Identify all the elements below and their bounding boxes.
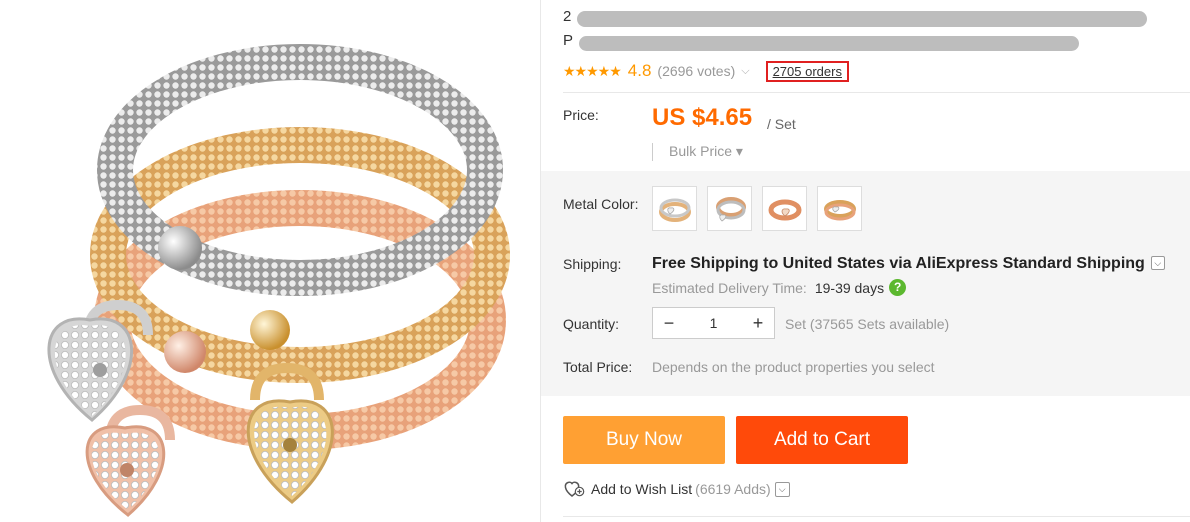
quantity-input[interactable]: 1 bbox=[685, 315, 742, 331]
quantity-available: Set (37565 Sets available) bbox=[785, 316, 950, 332]
divider bbox=[563, 516, 1190, 517]
redaction-scribble bbox=[577, 11, 1147, 27]
divider bbox=[563, 92, 1190, 93]
product-title-line-1: 2 bbox=[563, 8, 1163, 30]
delivery-label: Estimated Delivery Time: bbox=[652, 279, 807, 296]
metal-color-label: Metal Color: bbox=[563, 196, 639, 212]
buy-now-button[interactable]: Buy Now bbox=[563, 416, 725, 464]
product-title-line-2: P bbox=[563, 32, 1083, 54]
wishlist-count: (6619 Adds) bbox=[695, 481, 771, 497]
metal-color-swatches bbox=[652, 186, 862, 231]
metal-color-swatch-1[interactable] bbox=[652, 186, 697, 231]
chevron-down-icon[interactable]: ⌵ bbox=[774, 481, 790, 497]
wishlist-row[interactable]: Add to Wish List (6619 Adds) ⌵ bbox=[563, 480, 790, 498]
rating-row: ★★★★★ 4.8 (2696 votes) ⌵ 2705 orders bbox=[563, 60, 849, 82]
add-to-wishlist-link[interactable]: Add to Wish List bbox=[591, 481, 692, 497]
total-price-value: Depends on the product properties you se… bbox=[652, 359, 935, 375]
metal-color-swatch-3[interactable] bbox=[762, 186, 807, 231]
heart-plus-icon[interactable] bbox=[563, 480, 585, 498]
estimated-delivery: Estimated Delivery Time: 19-39 days ? bbox=[652, 279, 907, 296]
redaction-scribble bbox=[579, 36, 1079, 51]
quantity-decrease-button[interactable]: − bbox=[653, 308, 685, 338]
price-label: Price: bbox=[563, 107, 599, 123]
quantity-increase-button[interactable]: + bbox=[742, 308, 774, 338]
delivery-days: 19-39 days bbox=[814, 279, 885, 296]
price-unit: / Set bbox=[767, 116, 796, 132]
total-price-label: Total Price: bbox=[563, 359, 633, 375]
bulk-price-toggle[interactable]: Bulk Price ▾ bbox=[652, 143, 743, 161]
orders-count[interactable]: 2705 orders bbox=[765, 60, 849, 82]
question-circle-icon[interactable]: ? bbox=[889, 279, 907, 296]
add-to-cart-button[interactable]: Add to Cart bbox=[736, 416, 908, 464]
votes-count[interactable]: (2696 votes) bbox=[657, 63, 735, 79]
quantity-stepper: − 1 + bbox=[652, 307, 775, 339]
product-image[interactable] bbox=[0, 0, 540, 522]
chevron-down-icon[interactable]: ⌵ bbox=[741, 65, 749, 78]
metal-color-swatch-2[interactable] bbox=[707, 186, 752, 231]
shipping-method[interactable]: Free Shipping to United States via AliEx… bbox=[652, 255, 1165, 273]
product-info-panel: 2 P ★★★★★ 4.8 (2696 votes) ⌵ 2705 orders… bbox=[541, 0, 1190, 522]
chevron-down-icon[interactable]: ⌵ bbox=[1150, 256, 1165, 270]
price-amount: US $4.65 bbox=[652, 104, 753, 131]
quantity-label: Quantity: bbox=[563, 316, 620, 332]
metal-color-swatch-4[interactable] bbox=[817, 186, 862, 231]
shipping-label: Shipping: bbox=[563, 256, 622, 272]
rating-value: 4.8 bbox=[627, 61, 652, 80]
rating-stars: ★★★★★ bbox=[563, 62, 622, 79]
